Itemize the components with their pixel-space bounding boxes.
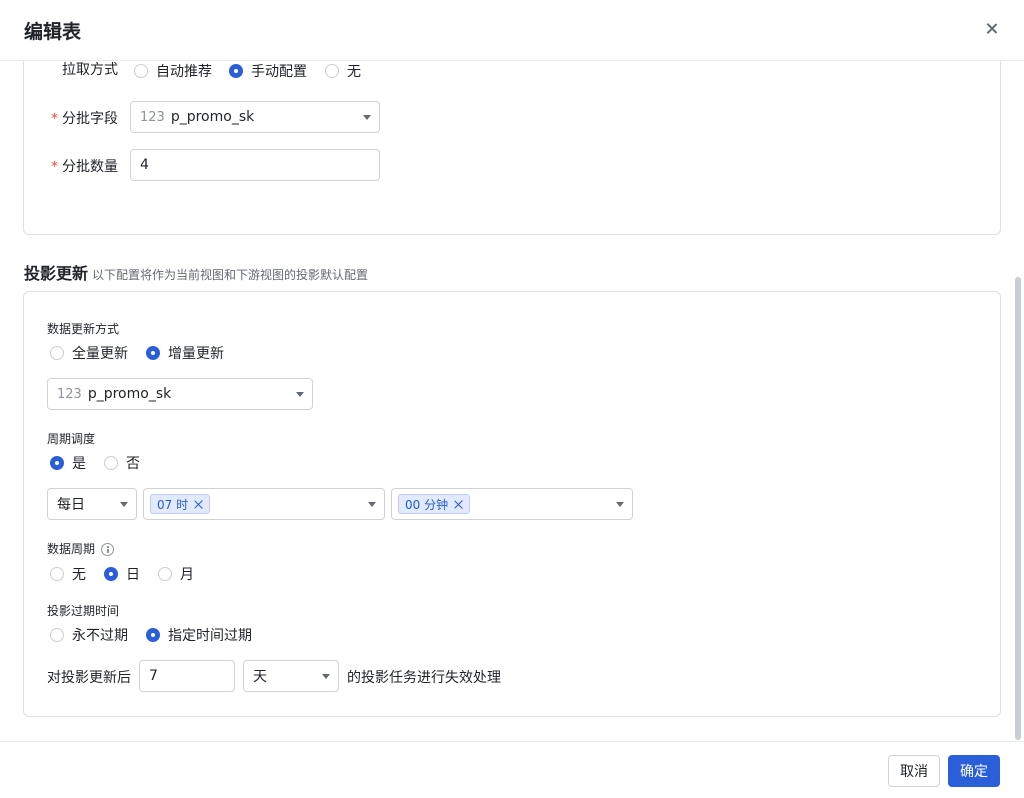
radio-unchecked-icon (50, 346, 64, 360)
update-full-radio[interactable]: 全量更新 (50, 343, 128, 363)
caret-down-icon (296, 392, 304, 397)
fetch-auto-radio[interactable]: 自动推荐 (134, 61, 212, 81)
radio-unchecked-icon (158, 567, 172, 581)
remove-icon[interactable] (454, 500, 463, 509)
expire-custom-radio[interactable]: 指定时间过期 (146, 625, 252, 645)
projection-desc: 以下配置将作为当前视图和下游视图的投影默认配置 (92, 268, 369, 282)
dialog-body[interactable]: 拉取方式 自动推荐 手动配置 无 * 分批字段 123 p_promo_sk * 分… (0, 61, 1024, 741)
close-icon[interactable] (982, 19, 1002, 39)
batch-count-label: * 分批数量 (51, 159, 118, 175)
partition-card: 拉取方式 自动推荐 手动配置 无 * 分批字段 123 p_promo_sk * 分… (23, 61, 1001, 235)
period-month-radio[interactable]: 月 (158, 564, 194, 584)
expire-never-radio[interactable]: 永不过期 (50, 625, 128, 645)
radio-unchecked-icon (325, 64, 339, 78)
fetch-manual-radio[interactable]: 手动配置 (229, 61, 307, 81)
radio-checked-icon (146, 346, 160, 360)
radio-checked-icon (104, 567, 118, 581)
caret-down-icon (363, 115, 371, 120)
caret-down-icon (616, 502, 624, 507)
radio-checked-icon (50, 456, 64, 470)
number-type-icon: 123 (57, 386, 82, 402)
batch-count-input[interactable]: 4 (130, 149, 380, 181)
radio-unchecked-icon (104, 456, 118, 470)
data-period-label: 数据周期 (47, 540, 115, 557)
batch-field-select[interactable]: 123 p_promo_sk (130, 101, 380, 133)
fetch-none-radio[interactable]: 无 (325, 61, 361, 81)
radio-unchecked-icon (50, 567, 64, 581)
radio-unchecked-icon (50, 628, 64, 642)
dialog-title: 编辑表 (24, 21, 82, 43)
schedule-label: 周期调度 (47, 432, 96, 446)
expire-prefix-text: 对投影更新后 (47, 670, 131, 686)
schedule-no-radio[interactable]: 否 (104, 453, 140, 473)
hour-chip: 07 时 (150, 494, 211, 514)
required-mark: * (51, 159, 58, 175)
hour-select[interactable]: 07 时 (143, 488, 385, 520)
fetch-mode-label: 拉取方式 (62, 62, 118, 78)
expire-value-input[interactable]: 7 (139, 660, 235, 692)
frequency-select[interactable]: 每日 (47, 488, 137, 520)
radio-checked-icon (146, 628, 160, 642)
number-type-icon: 123 (140, 109, 165, 125)
minute-chip: 00 分钟 (398, 494, 471, 514)
schedule-yes-radio[interactable]: 是 (50, 453, 86, 473)
confirm-button[interactable]: 确定 (948, 755, 1000, 787)
expire-label: 投影过期时间 (47, 604, 120, 618)
caret-down-icon (368, 502, 376, 507)
info-icon[interactable] (101, 543, 115, 556)
dialog-footer: 取消 确定 (0, 741, 1024, 798)
radio-checked-icon (229, 64, 243, 78)
expire-unit-select[interactable]: 天 (243, 660, 339, 692)
update-mode-label: 数据更新方式 (47, 322, 120, 336)
remove-icon[interactable] (194, 500, 203, 509)
expire-suffix-text: 的投影任务进行失效处理 (347, 670, 501, 686)
projection-card: 数据更新方式 全量更新 增量更新 123 p_promo_sk 周期调度 是 否… (23, 291, 1001, 717)
caret-down-icon (322, 674, 330, 679)
period-none-radio[interactable]: 无 (50, 564, 86, 584)
update-incremental-radio[interactable]: 增量更新 (146, 343, 224, 363)
cancel-button[interactable]: 取消 (888, 755, 940, 787)
batch-field-value: p_promo_sk (170, 109, 255, 125)
period-day-radio[interactable]: 日 (104, 564, 140, 584)
required-mark: * (51, 111, 58, 127)
projection-section-title: 投影更新 以下配置将作为当前视图和下游视图的投影默认配置 (24, 260, 368, 284)
batch-field-label: * 分批字段 (51, 111, 118, 127)
radio-unchecked-icon (134, 64, 148, 78)
scrollbar-thumb[interactable] (1015, 277, 1021, 740)
incremental-field-select[interactable]: 123 p_promo_sk (47, 378, 313, 410)
caret-down-icon (120, 502, 128, 507)
dialog-header: 编辑表 (0, 0, 1024, 61)
minute-select[interactable]: 00 分钟 (391, 488, 633, 520)
projection-title: 投影更新 (24, 264, 89, 283)
